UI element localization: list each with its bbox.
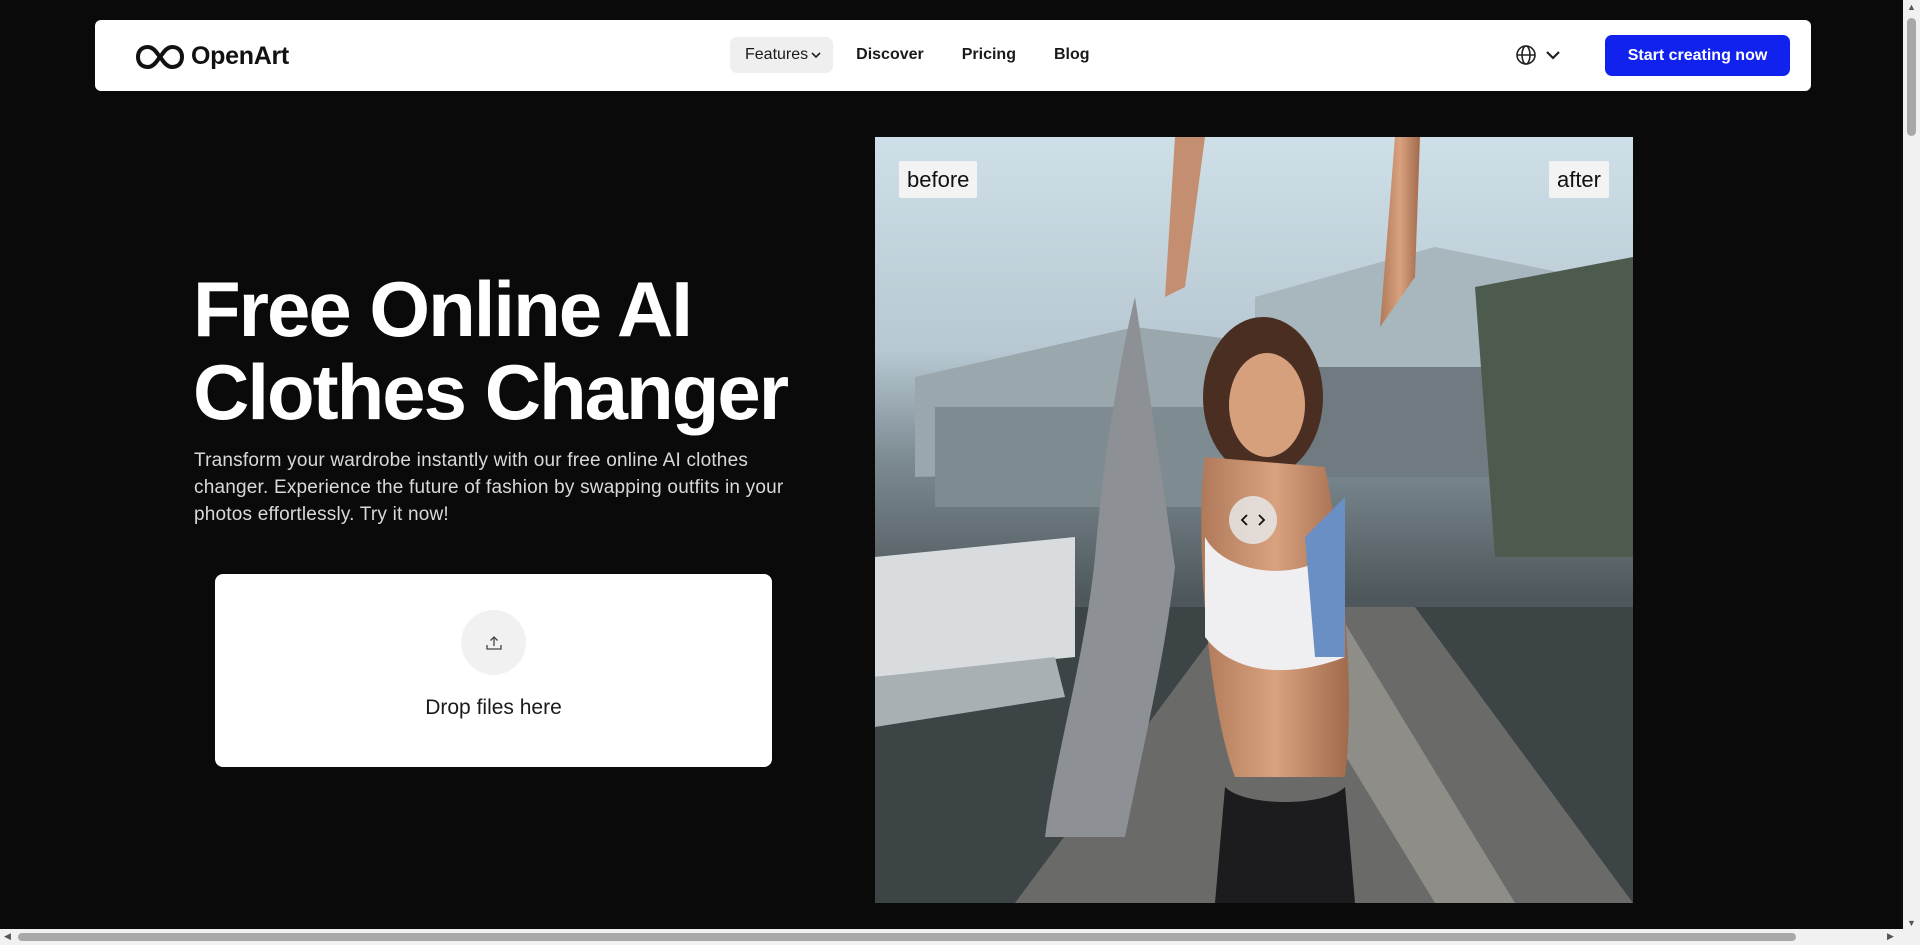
chevron-down-icon [1546, 51, 1560, 60]
scroll-right-arrow-icon[interactable]: ▶ [1887, 931, 1894, 942]
before-after-compare[interactable]: before after [875, 137, 1633, 903]
hero-title-line1: Free Online AI [193, 265, 693, 353]
vertical-scrollbar[interactable]: ▲ ▼ [1903, 0, 1920, 930]
vertical-scroll-thumb[interactable] [1907, 18, 1916, 136]
upload-button[interactable] [461, 610, 526, 675]
chevrons-left-right-icon [1240, 514, 1266, 526]
file-dropzone[interactable]: Drop files here [215, 574, 772, 767]
scroll-up-arrow-icon[interactable]: ▲ [1907, 2, 1916, 12]
logo[interactable]: OpenArt [135, 42, 289, 71]
chevron-down-icon [811, 52, 821, 59]
top-nav: OpenArt Features Discover Pricing Blog S… [95, 20, 1811, 91]
nav-blog-label: Blog [1053, 46, 1090, 63]
hero-title-line2: Clothes Changer [193, 348, 789, 436]
openart-logo-icon [135, 44, 185, 69]
scroll-down-arrow-icon[interactable]: ▼ [1907, 918, 1916, 928]
nav-discover-label: Discover [856, 46, 924, 63]
brand-name: OpenArt [191, 42, 289, 70]
after-badge: after [1548, 161, 1609, 198]
horizontal-scrollbar[interactable]: ◀ ▶ [0, 929, 1920, 945]
compare-slider-handle[interactable] [1229, 496, 1277, 544]
main-nav: Features Discover Pricing Blog [730, 37, 1105, 73]
nav-pricing-label: Pricing [961, 46, 1016, 63]
horizontal-scroll-thumb[interactable] [18, 933, 1796, 941]
before-badge: before [899, 161, 978, 198]
nav-discover[interactable]: Discover [841, 37, 939, 73]
start-creating-button[interactable]: Start creating now [1605, 35, 1790, 76]
nav-blog[interactable]: Blog [1039, 37, 1105, 73]
language-selector[interactable] [1515, 44, 1561, 66]
nav-features-label: Features [745, 46, 809, 63]
hero-description: Transform your wardrobe instantly with o… [194, 450, 784, 525]
dropzone-label: Drop files here [425, 696, 562, 719]
nav-features[interactable]: Features [730, 37, 834, 73]
upload-icon [485, 635, 502, 650]
nav-pricing[interactable]: Pricing [947, 37, 1031, 73]
scroll-left-arrow-icon[interactable]: ◀ [4, 931, 11, 942]
globe-icon [1516, 45, 1536, 65]
hero-title: Free Online AI Clothes Changer [193, 268, 813, 434]
